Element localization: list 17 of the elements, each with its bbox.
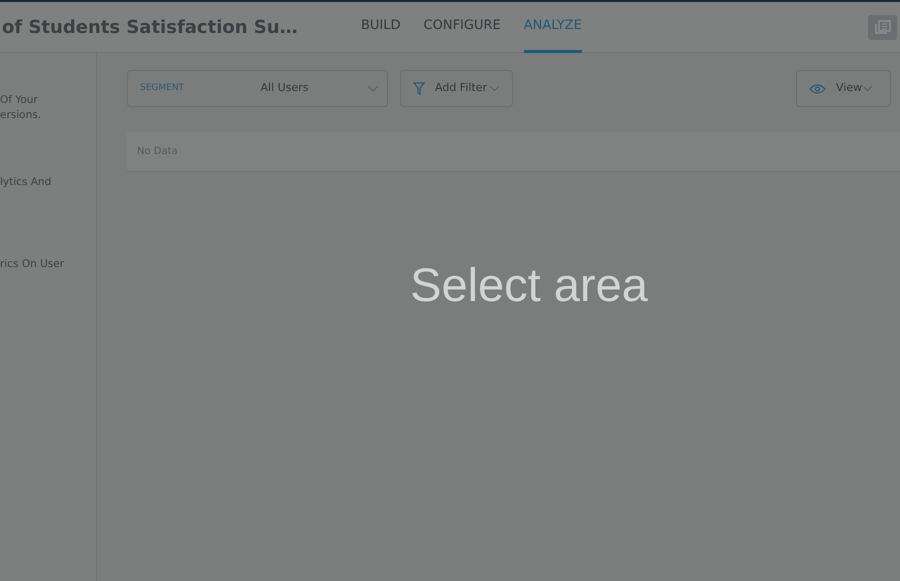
sidebar-text: Of Your ersions.: [0, 94, 42, 121]
caret-icon: [489, 85, 500, 92]
sidebar-text: rics On User: [0, 258, 64, 270]
nav-tab[interactable]: ANALYZE: [524, 16, 582, 52]
segment-dropdown[interactable]: SEGMENT All Users: [127, 70, 388, 107]
documents-icon[interactable]: [868, 14, 897, 40]
filter-icon: [413, 82, 425, 95]
caret-icon: [367, 85, 379, 92]
nav-tab[interactable]: BUILD: [361, 16, 401, 52]
eye-icon: [809, 84, 826, 94]
caret-icon: [862, 85, 874, 92]
view-button[interactable]: View: [796, 70, 891, 107]
sidebar-text: lytics And: [0, 176, 52, 188]
add-filter-button[interactable]: Add Filter: [400, 70, 514, 107]
survey-title: of Students Satisfaction Su…: [1, 16, 298, 40]
nav-tab[interactable]: CONFIGURE: [424, 16, 501, 52]
select-area-hint: Select area: [410, 258, 648, 311]
